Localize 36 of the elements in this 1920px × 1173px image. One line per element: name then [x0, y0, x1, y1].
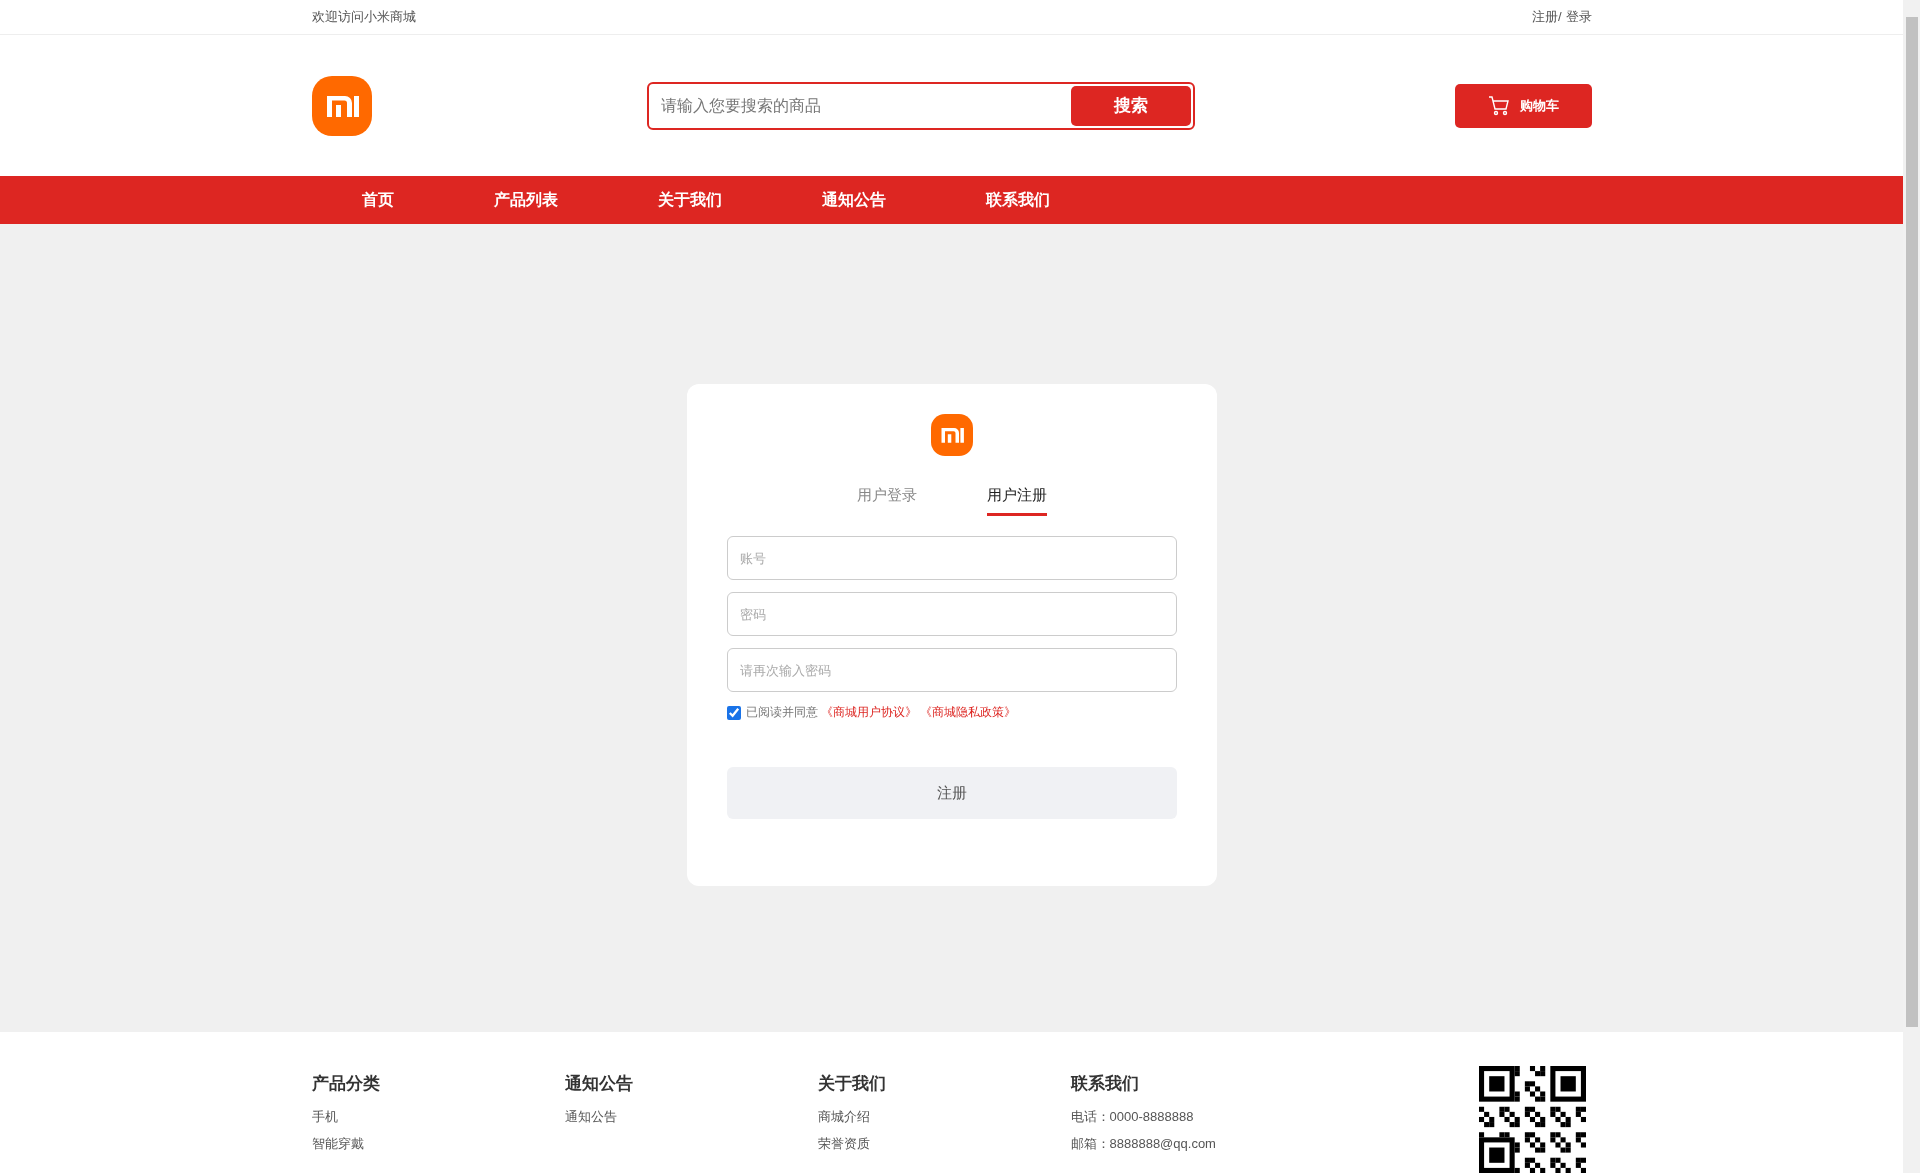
footer-link[interactable]: 手机 — [311, 1108, 565, 1126]
scrollbar[interactable] — [1903, 0, 1920, 1173]
footer-link[interactable]: 电话：0000-8888888 — [1070, 1108, 1324, 1126]
logo-icon — [930, 414, 973, 457]
register-link[interactable]: 注册/ — [1531, 8, 1562, 27]
auth-tab[interactable]: 用户注册 — [986, 486, 1047, 517]
footer-link[interactable]: 智能穿戴 — [311, 1135, 565, 1153]
nav-link[interactable]: 产品列表 — [443, 176, 608, 225]
nav-link[interactable]: 联系我们 — [935, 176, 1100, 225]
policy-link[interactable]: 《商城用户协议》 — [820, 704, 917, 722]
nav-link[interactable]: 关于我们 — [607, 176, 772, 225]
footer-heading: 通知公告 — [564, 1073, 634, 1095]
logo-icon — [311, 75, 372, 136]
cart-icon — [1487, 95, 1510, 116]
agreement-text: 已阅读并同意 — [745, 704, 818, 722]
footer-heading: 产品分类 — [311, 1073, 381, 1095]
search-button[interactable]: 搜索 — [1070, 85, 1191, 126]
footer-link[interactable]: 商城介绍 — [817, 1108, 1071, 1126]
agree-checkbox[interactable] — [726, 705, 741, 720]
footer-link[interactable]: 邮箱：8888888@qq.com — [1070, 1135, 1324, 1153]
input-field[interactable]: 账号 — [726, 536, 1177, 581]
welcome-text: 欢迎访问小米商城 — [311, 8, 416, 27]
search-field[interactable]: 请输入您要搜索的商品 搜索 — [646, 81, 1195, 130]
footer-link[interactable]: 荣誉资质 — [817, 1135, 1071, 1153]
nav-link[interactable]: 通知公告 — [771, 176, 936, 225]
policy-link[interactable]: 《商城隐私政策》 — [919, 704, 1016, 722]
input-field[interactable]: 请再次输入密码 — [726, 648, 1177, 693]
footer-heading: 关于我们 — [817, 1073, 887, 1095]
input-field[interactable]: 密码 — [726, 592, 1177, 637]
cart-button[interactable]: 购物车 — [1454, 83, 1592, 128]
footer-heading: 联系我们 — [1070, 1073, 1140, 1095]
nav-link[interactable]: 首页 — [311, 176, 444, 225]
register-button[interactable]: 注册 — [726, 767, 1177, 820]
login-link[interactable]: 登录 — [1565, 8, 1592, 27]
footer-link[interactable]: 通知公告 — [564, 1108, 818, 1126]
auth-tab[interactable]: 用户登录 — [856, 486, 917, 517]
